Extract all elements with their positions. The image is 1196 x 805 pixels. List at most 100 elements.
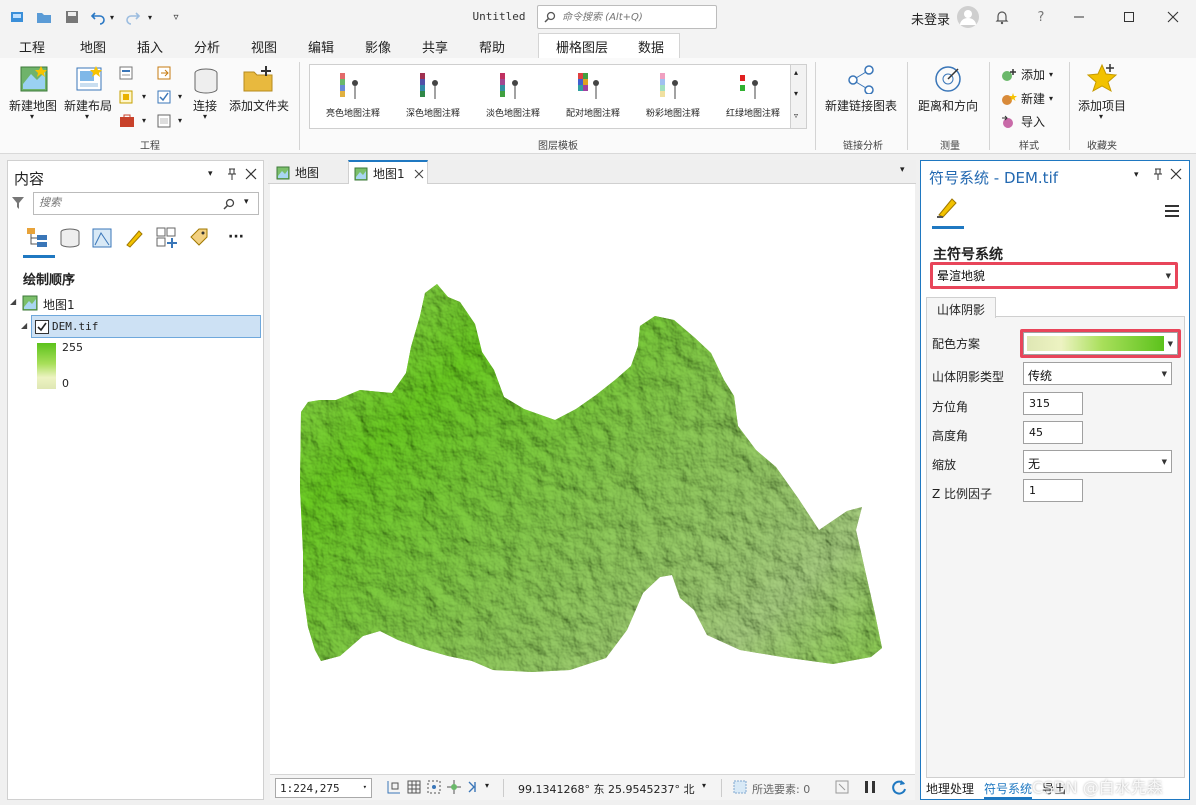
layer-row-dem[interactable]: DEM.tif xyxy=(31,315,261,338)
contents-search[interactable]: ▾ xyxy=(33,192,259,215)
maximize-button[interactable] xyxy=(1114,5,1144,29)
customize-toolbar-icon[interactable]: ▿ xyxy=(167,8,185,26)
toolbox-button[interactable] xyxy=(119,90,135,104)
new-link-chart-button[interactable] xyxy=(845,64,877,94)
new-layout-dropdown-icon[interactable]: ▾ xyxy=(85,112,89,121)
primary-symbology-tab-icon[interactable] xyxy=(934,195,960,219)
gallery-scroll-down-icon[interactable]: ▾ xyxy=(794,89,798,98)
hillshade-type-dropdown[interactable]: 传统 ▼ xyxy=(1023,362,1172,385)
color-scheme-dropdown[interactable]: ▼ xyxy=(1023,332,1178,355)
symbology-close-icon[interactable] xyxy=(1170,168,1182,180)
snapping-view-icon[interactable] xyxy=(155,226,179,250)
briefcase-dropdown-icon[interactable]: ▾ xyxy=(142,116,146,125)
template-light-annotation[interactable]: 亮色地图注释 xyxy=(314,71,392,125)
data-source-view-icon[interactable] xyxy=(59,227,81,249)
template-paired-annotation[interactable]: 配对地图注释 xyxy=(554,71,632,125)
add-item-button[interactable] xyxy=(1086,63,1118,93)
tab-data[interactable]: 数据 xyxy=(637,37,665,56)
new-layout-button[interactable] xyxy=(74,64,106,94)
map-view[interactable] xyxy=(270,184,915,774)
refresh-icon[interactable] xyxy=(890,778,908,796)
stretch-dropdown[interactable]: 无 ▼ xyxy=(1023,450,1172,473)
open-folder-icon[interactable] xyxy=(35,8,53,26)
tab-insert[interactable]: 插入 xyxy=(136,37,164,60)
distance-direction-button[interactable] xyxy=(932,64,964,94)
map-tabs-dropdown-icon[interactable]: ▾ xyxy=(900,165,905,175)
symbology-pin-icon[interactable] xyxy=(1152,167,1164,181)
task-dropdown-icon[interactable]: ▾ xyxy=(178,92,182,101)
tab-geoprocessing[interactable]: 地理处理 xyxy=(926,780,974,797)
new-map-dropdown-icon[interactable]: ▾ xyxy=(30,112,34,121)
search-options-dropdown-icon[interactable]: ▾ xyxy=(244,197,249,207)
labeling-view-icon[interactable] xyxy=(187,227,209,249)
constraints-icon[interactable] xyxy=(446,779,462,795)
style-import-button[interactable]: 导入 xyxy=(1001,113,1045,130)
redo-dropdown-icon[interactable]: ▾ xyxy=(144,8,156,26)
map-tab-map1[interactable]: 地图1 xyxy=(348,160,428,185)
tab-symbology[interactable]: 符号系统 xyxy=(984,780,1033,799)
symbology-menu-icon[interactable] xyxy=(1164,204,1180,218)
snapping-icon[interactable] xyxy=(426,779,442,795)
primary-symbology-dropdown[interactable]: 晕渲地貌 ▼ xyxy=(933,265,1175,286)
tab-project[interactable]: 工程 xyxy=(18,37,46,56)
tab-raster-layer[interactable]: 栅格图层 xyxy=(556,37,608,56)
help-icon[interactable]: ? xyxy=(1032,8,1050,26)
tab-share[interactable]: 共享 xyxy=(421,37,449,56)
connect-dropdown-icon[interactable]: ▾ xyxy=(203,112,207,121)
minimize-button[interactable] xyxy=(1064,5,1094,29)
command-search-input[interactable] xyxy=(562,9,712,25)
notification-bell-icon[interactable] xyxy=(993,8,1011,26)
task-button[interactable] xyxy=(156,90,174,104)
toolbox-dropdown-icon[interactable]: ▾ xyxy=(142,92,146,101)
close-window-button[interactable] xyxy=(1158,5,1188,29)
gallery-expand-icon[interactable]: ▿ xyxy=(794,111,798,120)
style-add-button[interactable]: 添加 ▾ xyxy=(1001,66,1053,83)
style-new-button[interactable]: 新建 ▾ xyxy=(1001,90,1053,107)
import-map-button[interactable] xyxy=(156,66,174,80)
save-icon[interactable] xyxy=(63,8,81,26)
undo-dropdown-icon[interactable]: ▾ xyxy=(106,8,118,26)
coordinate-format-dropdown-icon[interactable]: ▾ xyxy=(702,781,706,790)
avatar[interactable] xyxy=(957,6,979,28)
project-icon[interactable] xyxy=(8,8,26,26)
add-folder-button[interactable] xyxy=(242,64,276,94)
grid-icon[interactable] xyxy=(406,779,422,795)
notebook-dropdown-icon[interactable]: ▾ xyxy=(178,116,182,125)
z-factor-input[interactable]: 1 xyxy=(1023,479,1083,502)
template-pastel-annotation[interactable]: 粉彩地图注释 xyxy=(634,71,712,125)
drawing-order-view-icon[interactable] xyxy=(25,226,51,250)
tab-map[interactable]: 地图 xyxy=(79,37,107,56)
layer-visibility-checkbox[interactable] xyxy=(35,320,49,334)
toolbox-red-button[interactable] xyxy=(119,114,135,128)
scale-selector[interactable]: 1:224,275 ▾ xyxy=(275,778,372,798)
new-report-button[interactable] xyxy=(119,66,135,80)
contents-options-dropdown-icon[interactable]: ▾ xyxy=(208,169,213,179)
more-options-icon[interactable]: ··· xyxy=(228,229,244,245)
refresh-map-icon[interactable] xyxy=(834,779,850,795)
connect-button[interactable] xyxy=(191,66,221,96)
filter-icon[interactable] xyxy=(11,195,25,211)
notebook-button[interactable] xyxy=(156,114,174,128)
symbology-options-dropdown-icon[interactable]: ▾ xyxy=(1134,170,1139,180)
redo-icon[interactable] xyxy=(124,8,142,26)
map-tab-map[interactable]: 地图 xyxy=(270,161,344,184)
selection-view-icon[interactable] xyxy=(91,227,113,249)
login-status[interactable]: 未登录 xyxy=(911,9,950,28)
navigation-sync-icon[interactable] xyxy=(466,779,482,795)
contents-close-icon[interactable] xyxy=(245,168,257,180)
azimuth-input[interactable]: 315 xyxy=(1023,392,1083,415)
altitude-input[interactable]: 45 xyxy=(1023,421,1083,444)
tab-imagery[interactable]: 影像 xyxy=(364,37,392,56)
tab-hillshade[interactable]: 山体阴影 xyxy=(926,297,996,318)
contents-search-input[interactable] xyxy=(39,196,219,209)
navigation-dropdown-icon[interactable]: ▾ xyxy=(485,781,489,790)
undo-icon[interactable] xyxy=(89,8,107,26)
editing-view-icon[interactable] xyxy=(123,227,145,249)
layer-expand-icon[interactable]: ◢ xyxy=(21,321,27,330)
add-item-dropdown-icon[interactable]: ▾ xyxy=(1099,112,1103,121)
tab-view[interactable]: 视图 xyxy=(250,37,278,56)
gallery-scroll-up-icon[interactable]: ▴ xyxy=(794,68,798,77)
map-node-label[interactable]: 地图1 xyxy=(43,296,75,313)
template-redgreen-annotation[interactable]: 红绿地图注释 xyxy=(714,71,792,125)
tab-edit[interactable]: 编辑 xyxy=(307,37,335,56)
